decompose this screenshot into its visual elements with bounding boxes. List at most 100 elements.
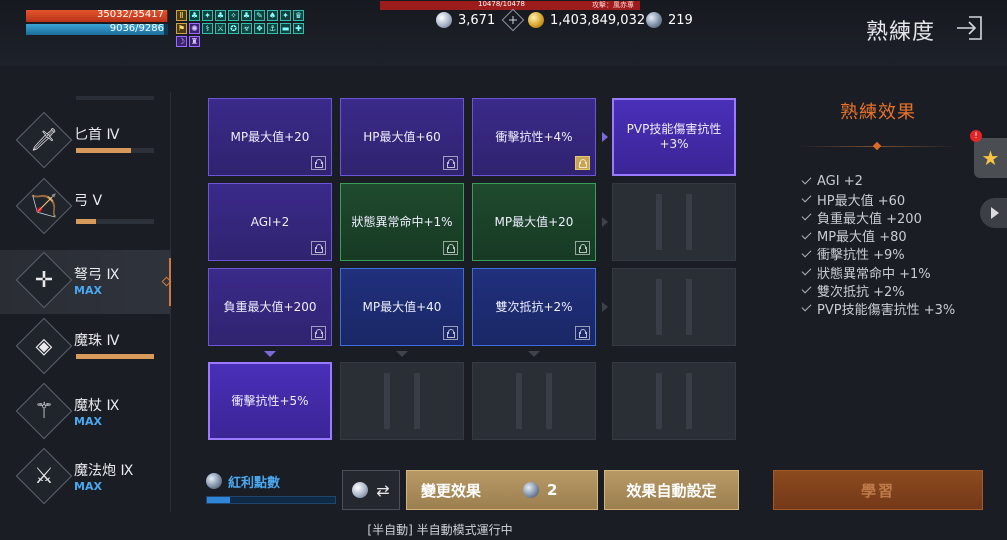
change-effect-button[interactable]: 變更效果 2 (406, 470, 598, 510)
buff-icon[interactable]: ✧ (228, 10, 239, 21)
weapon-item-staff[interactable]: ⚚ 魔杖 Ⅸ MAX (0, 381, 170, 445)
skill-node-label: 負重最大值+200 (223, 299, 317, 314)
check-icon (801, 211, 812, 221)
buff-icon[interactable]: Ⅱ (176, 10, 187, 21)
buff-icon[interactable]: ☣ (241, 23, 252, 34)
effect-item: PVP技能傷害抗性 +3% (801, 299, 955, 318)
skill-node[interactable]: 衝擊抗性+5% (208, 362, 332, 440)
effects-panel: 熟練效果 AGI +2 HP最大值 +60 負重最大值 +200 MP最大值 +… (778, 92, 978, 332)
diamond-icon (436, 12, 452, 28)
hp-text: 35032/35417 (97, 9, 164, 20)
lock-icon (443, 156, 458, 170)
buff-icon[interactable]: ♣ (241, 10, 252, 21)
exit-icon[interactable] (955, 14, 985, 42)
skill-node[interactable]: HP最大值+60 (340, 98, 464, 176)
skill-node-label: MP最大值+40 (362, 299, 442, 314)
buff-icon[interactable]: ✚ (293, 23, 304, 34)
effect-item: AGI +2 (801, 172, 955, 190)
effect-item: 狀態異常命中 +1% (801, 263, 955, 282)
buff-icon[interactable]: ❖ (254, 23, 265, 34)
connector-arrow-icon (528, 351, 540, 357)
buff-icon[interactable]: ⚔ (215, 23, 226, 34)
buff-icon[interactable]: ✦ (202, 10, 213, 21)
page-title: 熟練度 (866, 20, 936, 45)
skill-node[interactable]: MP最大值+20 (208, 98, 332, 176)
silver-orb-icon (206, 473, 222, 489)
buff-icon[interactable]: ⚕ (202, 23, 213, 34)
lock-icon (311, 156, 326, 170)
dagger-icon: 🗡 (30, 127, 58, 153)
play-icon[interactable] (980, 198, 1007, 228)
buff-icon[interactable]: ▬ (280, 23, 291, 34)
orb-icon: ◈ (35, 333, 53, 359)
add-diamond-button[interactable] (501, 8, 525, 32)
weapon-item-dagger[interactable]: 🗡 匕首 Ⅳ (0, 110, 170, 174)
effect-item: 負重最大值 +200 (801, 208, 955, 227)
skill-node[interactable]: MP最大值+40 (340, 268, 464, 346)
change-effect-cost: 2 (547, 481, 558, 499)
weapon-item-crossbow[interactable]: ✛ 弩弓 Ⅸ MAX (0, 250, 172, 314)
connector-arrow-icon (264, 351, 276, 357)
target-name: 攻擊：風赤蓴 (592, 1, 634, 9)
effects-title: 熟練效果 (840, 102, 916, 123)
skill-node[interactable]: 雙次抵抗+2% (472, 268, 596, 346)
weapon-item-cannon[interactable]: ⚔ 魔法炮 Ⅸ MAX (0, 446, 170, 510)
buff-icon[interactable]: ✪ (228, 23, 239, 34)
effect-item: MP最大值 +80 (801, 227, 955, 245)
diamond-icon (352, 482, 369, 498)
skill-node[interactable]: PVP技能傷害抗性 +3% (612, 98, 736, 176)
lock-icon (575, 156, 590, 170)
buff-icon[interactable]: ✎ (254, 10, 265, 21)
buff-icon[interactable]: ♣ (215, 10, 226, 21)
buff-icon[interactable]: ♠ (267, 10, 278, 21)
weapon-name: 魔杖 Ⅸ (74, 398, 120, 414)
skill-node[interactable]: 衝擊抗性+4% (472, 98, 596, 176)
buff-icon[interactable]: ♛ (293, 10, 304, 21)
skill-node-label: PVP技能傷害抗性 +3% (626, 122, 722, 151)
swap-currency-button[interactable]: ⇄ (342, 470, 400, 510)
max-label: MAX (74, 480, 102, 493)
skill-node[interactable]: 狀態異常命中+1% (340, 183, 464, 261)
lock-icon (311, 326, 326, 340)
connector-arrow-icon (602, 302, 608, 312)
lock-icon (443, 241, 458, 255)
check-icon (801, 283, 812, 294)
buff-icon[interactable]: ♜ (189, 36, 200, 47)
weapon-name: 弓 Ⅴ (74, 193, 103, 209)
lock-icon (575, 326, 590, 340)
buff-icon[interactable]: ⚓ (267, 23, 278, 34)
buff-list[interactable]: Ⅱ ♣ ✦ ♣ ✧ ♣ ✎ ♠ ✦ ♛ ⚑ ✺ ⚕ ⚔ ✪ ☣ ❖ ⚓ ▬ ✚ … (176, 10, 316, 49)
mp-bar: 9036/9286 (26, 23, 168, 35)
buff-icon[interactable]: ✦ (280, 10, 291, 21)
learn-button[interactable]: 學習 (773, 470, 983, 510)
silver-orb-icon (646, 12, 662, 28)
crossbow-icon: ✛ (34, 267, 54, 293)
auto-set-label: 效果自動設定 (626, 481, 717, 500)
skill-node-label: MP最大值+20 (494, 214, 574, 229)
check-icon (801, 192, 812, 203)
buff-icon[interactable]: ✺ (189, 23, 200, 34)
buff-icon[interactable]: ☽ (176, 36, 187, 47)
buff-icon[interactable]: ♣ (189, 10, 200, 21)
buff-icon[interactable]: ⚑ (176, 23, 187, 34)
check-icon (801, 174, 812, 185)
weapon-item-orb[interactable]: ◈ 魔珠 Ⅳ (0, 316, 170, 380)
orb-currency: 219 (646, 12, 693, 28)
effect-item: HP最大值 +60 (801, 190, 955, 209)
skill-node-label: 衝擊抗性+5% (231, 393, 309, 408)
weapon-progress (76, 219, 154, 224)
skill-node[interactable]: MP最大值+20 (472, 183, 596, 261)
skill-node[interactable]: AGI+2 (208, 183, 332, 261)
auto-set-effect-button[interactable]: 效果自動設定 (604, 470, 739, 510)
max-label: MAX (74, 284, 102, 297)
connector-arrow-icon (602, 217, 608, 227)
skill-node[interactable]: 負重最大值+200 (208, 268, 332, 346)
skill-node-label: 衝擊抗性+4% (495, 129, 573, 144)
weapon-name: 匕首 Ⅳ (74, 127, 120, 143)
lock-icon (311, 241, 326, 255)
weapon-name: 弩弓 Ⅸ (74, 267, 120, 283)
weapon-item-bow[interactable]: 🏹 弓 Ⅴ (0, 176, 170, 240)
skill-node-label: HP最大值+60 (363, 129, 441, 144)
favorite-star-icon[interactable]: ★ (974, 138, 1007, 178)
gold-amount: 1,403,849,032 (550, 12, 646, 28)
